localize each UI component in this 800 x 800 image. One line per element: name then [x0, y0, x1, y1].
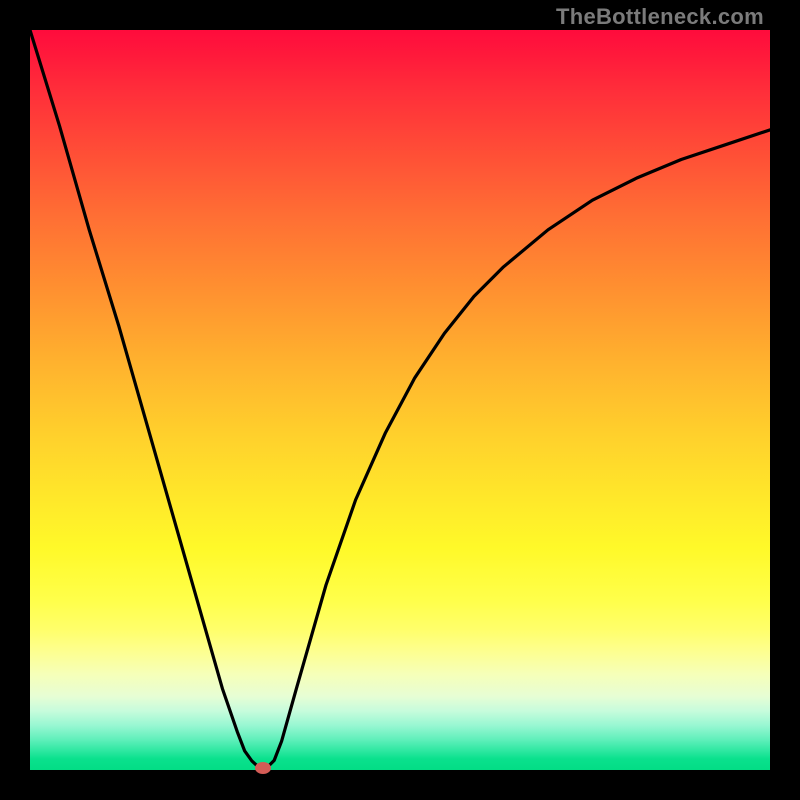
min-marker-dot — [255, 762, 271, 774]
plot-area — [30, 30, 770, 770]
curve-svg — [30, 30, 770, 770]
bottleneck-curve — [30, 30, 770, 768]
watermark: TheBottleneck.com — [556, 4, 764, 30]
chart-frame: TheBottleneck.com — [0, 0, 800, 800]
